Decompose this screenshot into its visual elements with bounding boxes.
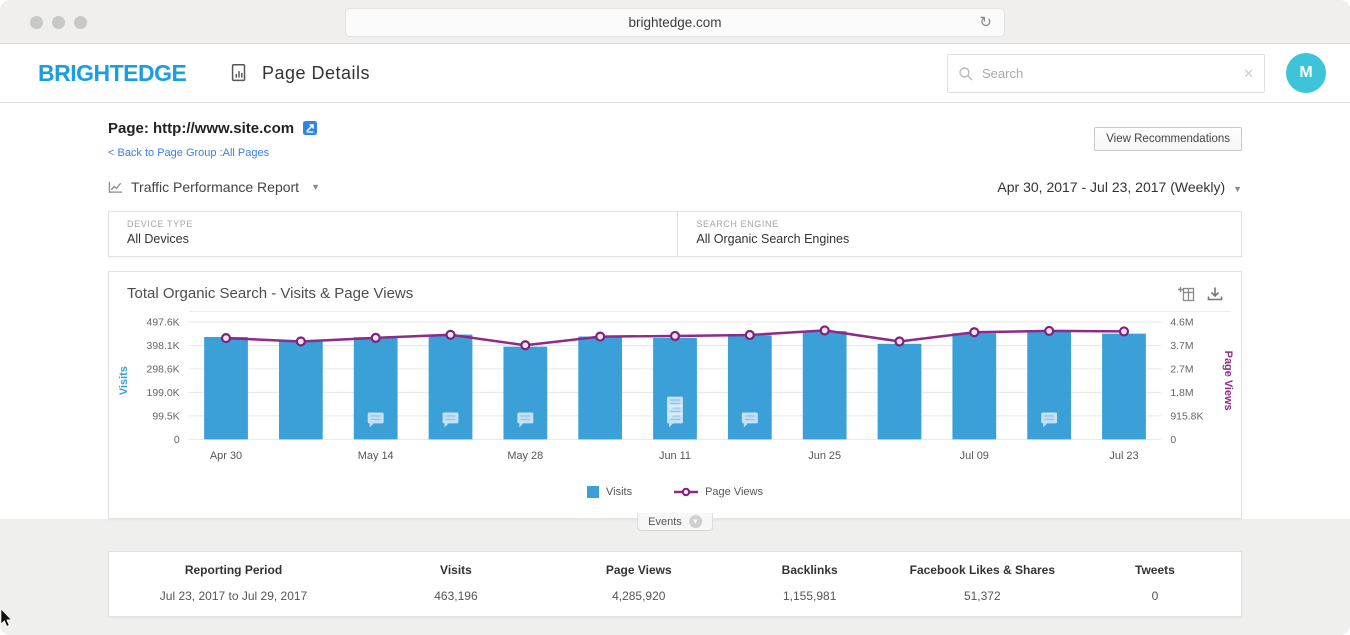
brightedge-logo[interactable]: BRIGHTEDGE	[38, 60, 187, 87]
search-input[interactable]	[982, 66, 1244, 81]
legend-page-views-label: Page Views	[705, 486, 763, 499]
svg-text:Page Views: Page Views	[1222, 351, 1234, 411]
svg-text:Jun 25: Jun 25	[808, 450, 841, 462]
table-header-row: Reporting Period Visits Page Views Backl…	[109, 552, 1241, 577]
date-range-selector[interactable]: Apr 30, 2017 - Jul 23, 2017 (Weekly) ▼	[997, 179, 1242, 195]
svg-text:0: 0	[1170, 435, 1176, 446]
report-name: Traffic Performance Report	[131, 179, 300, 195]
line-chart-icon	[108, 181, 123, 193]
page-url-title: Page: http://www.site.com	[108, 119, 295, 137]
clear-search-icon[interactable]: ✕	[1243, 66, 1254, 82]
svg-text:May 14: May 14	[358, 450, 394, 462]
window-control-dot[interactable]	[30, 16, 43, 29]
device-type-label: DEVICE TYPE	[127, 219, 193, 229]
browser-chrome: brightedge.com ↻	[0, 0, 1350, 44]
events-label: Events	[648, 515, 682, 528]
page-title: Page Details	[262, 62, 371, 83]
chevron-down-icon: ▼	[1233, 184, 1242, 194]
cell-facebook: 51,372	[963, 589, 1001, 604]
mouse-cursor	[0, 609, 12, 627]
main-content: Page: http://www.site.com < Back to Page…	[0, 103, 1350, 532]
download-icon[interactable]	[1207, 286, 1223, 302]
svg-text:1.8M: 1.8M	[1170, 388, 1193, 399]
back-to-page-group-link[interactable]: < Back to Page Group :All Pages	[108, 147, 1242, 163]
svg-text:4.6M: 4.6M	[1170, 317, 1193, 328]
search-box[interactable]: ✕	[947, 54, 1265, 93]
svg-text:497.6K: 497.6K	[147, 317, 180, 328]
cell-backlinks: 1,155,981	[782, 589, 837, 604]
date-range-text: Apr 30, 2017 - Jul 23, 2017 (Weekly)	[997, 179, 1226, 195]
legend-visits[interactable]: Visits	[587, 486, 633, 499]
chart-divider	[189, 311, 1231, 312]
chevron-down-icon: ▼	[688, 515, 702, 529]
svg-text:3.7M: 3.7M	[1170, 341, 1193, 352]
filters-bar: DEVICE TYPE All Devices SEARCH ENGINE Al…	[108, 211, 1242, 257]
svg-text:Apr 30: Apr 30	[210, 450, 242, 462]
svg-text:Jun 11: Jun 11	[659, 450, 691, 462]
avatar[interactable]: M	[1286, 53, 1326, 93]
cell-tweets: 0	[1151, 589, 1159, 604]
svg-text:May 28: May 28	[507, 450, 543, 462]
chart-legend: Visits Page Views	[109, 480, 1241, 504]
summary-section: Reporting Period Visits Page Views Backl…	[0, 519, 1350, 635]
device-type-value: All Devices	[127, 232, 189, 246]
page-details-icon	[228, 62, 250, 89]
legend-page-views[interactable]: Page Views	[674, 486, 763, 498]
view-recommendations-button[interactable]: View Recommendations	[1094, 127, 1242, 151]
add-to-dashboard-icon[interactable]	[1178, 286, 1195, 302]
summary-table: Reporting Period Visits Page Views Backl…	[108, 551, 1242, 618]
url-text: brightedge.com	[628, 15, 722, 30]
svg-text:Jul 23: Jul 23	[1109, 450, 1138, 462]
col-visits: Visits	[440, 563, 472, 578]
search-engine-filter[interactable]: SEARCH ENGINE All Organic Search Engines	[678, 212, 1241, 256]
events-button[interactable]: Events ▼	[637, 513, 713, 532]
search-engine-value: All Organic Search Engines	[696, 232, 850, 246]
window-control-dot[interactable]	[74, 16, 87, 29]
page-views-swatch-icon	[674, 487, 699, 497]
search-icon	[959, 66, 973, 80]
svg-text:199.0K: 199.0K	[147, 388, 180, 399]
col-tweets: Tweets	[1135, 563, 1175, 578]
svg-text:0: 0	[174, 435, 180, 446]
chevron-down-icon: ▼	[311, 182, 320, 192]
table-row: Jul 23, 2017 to Jul 29, 2017 463,196 4,2…	[109, 577, 1241, 616]
svg-text:298.6K: 298.6K	[147, 364, 180, 375]
window-controls	[30, 16, 87, 29]
app-header: BRIGHTEDGE Page Details ✕ M	[0, 44, 1350, 103]
device-type-filter[interactable]: DEVICE TYPE All Devices	[109, 212, 679, 256]
cell-reporting-period: Jul 23, 2017 to Jul 29, 2017	[159, 589, 308, 604]
search-engine-label: SEARCH ENGINE	[696, 219, 779, 229]
svg-text:99.5K: 99.5K	[152, 411, 179, 422]
traffic-chart[interactable]: 497.6K 4.6M 398.1K 3.7M 298.6K 2.7M 199.0K 1.8M…	[109, 316, 1241, 478]
chart-title: Total Organic Search - Visits & Page Vie…	[127, 285, 414, 302]
external-link-icon[interactable]	[302, 120, 318, 136]
address-bar[interactable]: brightedge.com ↻	[345, 8, 1005, 37]
browser-window: brightedge.com ↻ BRIGHTEDGE Page Details…	[0, 0, 1350, 635]
svg-text:915.8K: 915.8K	[1170, 411, 1203, 422]
refresh-icon[interactable]: ↻	[979, 13, 992, 31]
window-control-dot[interactable]	[52, 16, 65, 29]
cell-page-views: 4,285,920	[612, 589, 666, 604]
visits-swatch-icon	[587, 486, 599, 499]
col-page-views: Page Views	[605, 563, 672, 578]
svg-text:Visits: Visits	[118, 366, 130, 395]
col-facebook: Facebook Likes & Shares	[909, 563, 1056, 578]
report-selector[interactable]: Traffic Performance Report ▼	[108, 179, 320, 195]
svg-text:2.7M: 2.7M	[1170, 364, 1193, 375]
cell-visits: 463,196	[434, 589, 478, 604]
col-reporting-period: Reporting Period	[184, 563, 283, 578]
col-backlinks: Backlinks	[781, 563, 838, 578]
svg-text:Jul 09: Jul 09	[960, 450, 989, 462]
chart-panel: Total Organic Search - Visits & Page Vie…	[108, 271, 1242, 532]
svg-text:398.1K: 398.1K	[147, 341, 180, 352]
legend-visits-label: Visits	[606, 486, 633, 499]
